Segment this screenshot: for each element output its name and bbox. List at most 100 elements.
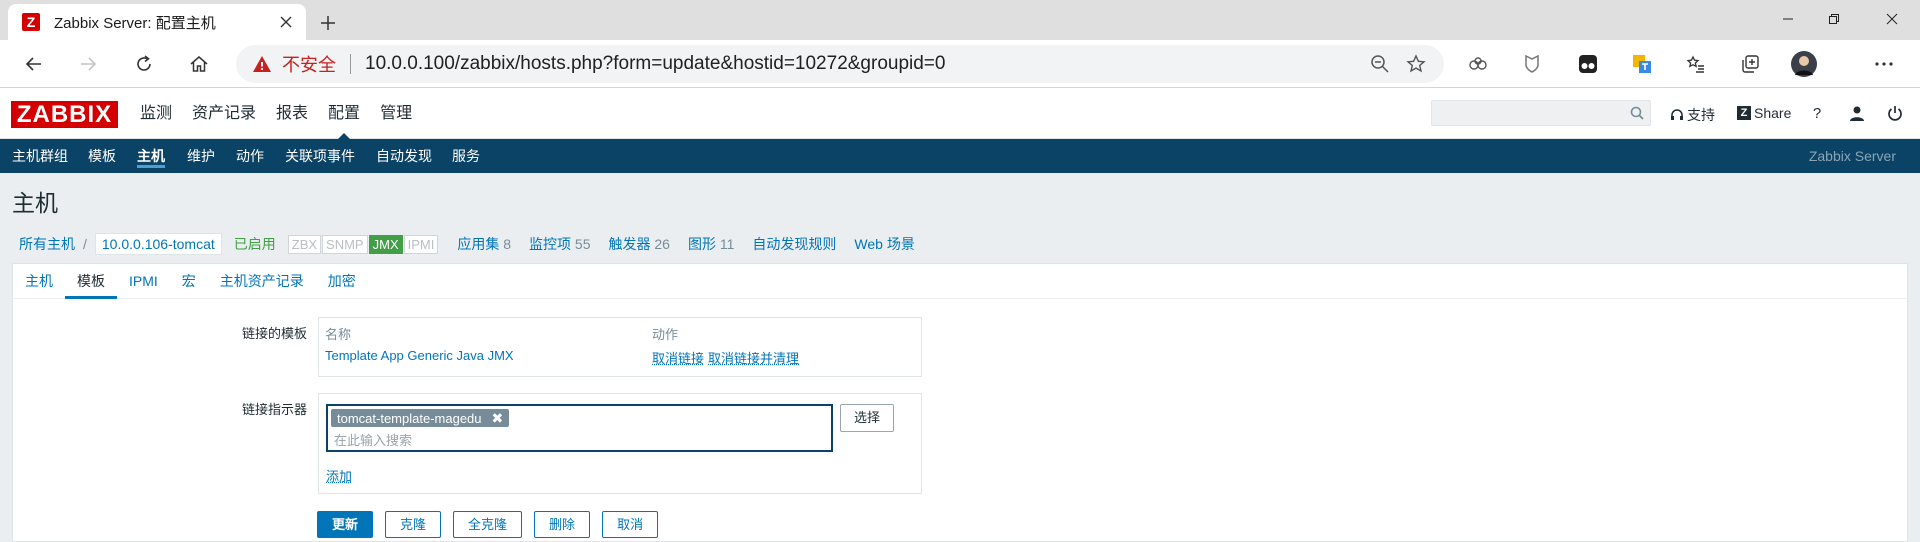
more-menu-icon[interactable] (1868, 50, 1900, 78)
refresh-icon[interactable] (128, 50, 160, 78)
zabbix-logo[interactable]: ZABBIX (11, 101, 118, 128)
col-name-header: 名称 (325, 327, 352, 342)
link-applications[interactable]: 应用集 8 (457, 234, 511, 254)
link-label: 图形 (687, 236, 716, 252)
sign-out-icon[interactable] (1884, 102, 1906, 124)
zoom-out-icon[interactable] (1362, 50, 1398, 78)
tab-encryption[interactable]: 加密 (316, 264, 368, 298)
availability-snmp: SNMP (322, 234, 368, 254)
global-search-input[interactable] (1431, 100, 1651, 126)
address-bar[interactable]: 不安全 10.0.0.100/zabbix/hosts.php?form=upd… (236, 45, 1444, 83)
home-icon[interactable] (183, 50, 215, 78)
sub-menu-services[interactable]: 服务 (452, 139, 480, 173)
linked-templates-table: 名称 动作 Template App Generic Java JMX 取消链接… (318, 317, 922, 377)
reading-list-icon[interactable] (1680, 50, 1712, 78)
col-action-header: 动作 (652, 327, 679, 342)
main-menu-reports[interactable]: 报表 (266, 88, 318, 139)
tab-inventory[interactable]: 主机资产记录 (208, 264, 316, 298)
tab-ipmi[interactable]: IPMI (117, 264, 170, 298)
sub-menu-hosts[interactable]: 主机 (137, 139, 165, 173)
linked-templates-label: 链接的模板 (241, 326, 307, 341)
window-close-icon[interactable] (1864, 0, 1920, 38)
breadcrumb-host[interactable]: 10.0.0.106-tomcat (94, 233, 222, 255)
warning-icon[interactable] (252, 55, 272, 73)
link-count: 8 (503, 236, 512, 252)
add-template-link[interactable]: 添加 (326, 466, 352, 485)
availability-zbx: ZBX (287, 234, 322, 254)
search-icon[interactable] (1630, 106, 1644, 120)
breadcrumb-all-hosts[interactable]: 所有主机 (19, 234, 75, 254)
collections-icon[interactable] (1734, 50, 1766, 78)
unlink-and-clear-link[interactable]: 取消链接并清理 (708, 348, 799, 367)
zabbix-favicon-icon: Z (22, 13, 40, 31)
main-menu-configuration[interactable]: 配置 (318, 88, 370, 140)
select-button[interactable]: 选择 (840, 404, 894, 432)
remove-chip-icon[interactable]: ✖ (492, 410, 504, 427)
link-count: 11 (719, 236, 735, 252)
tab-title: Zabbix Server: 配置主机 (54, 14, 216, 32)
profile-avatar-icon[interactable] (1788, 50, 1820, 78)
support-link[interactable]: 支持 (1670, 105, 1715, 125)
chip-label: tomcat-template-magedu (337, 410, 482, 426)
headset-icon (1671, 109, 1683, 120)
link-count: 55 (574, 236, 591, 252)
availability-badges: ZBX SNMP JMX IPMI (287, 234, 440, 254)
tab-templates[interactable]: 模板 (65, 264, 117, 299)
link-items[interactable]: 监控项 55 (529, 234, 590, 254)
zabbix-top-header: ZABBIX 监测 资产记录 报表 配置 管理 支持 Z Share ? (0, 88, 1920, 140)
user-profile-icon[interactable] (1846, 102, 1868, 124)
url-text[interactable]: 10.0.0.100/zabbix/hosts.php?form=update&… (365, 53, 1362, 75)
link-discovery-rules[interactable]: 自动发现规则 (752, 234, 836, 254)
tab-macros[interactable]: 宏 (170, 264, 208, 298)
back-icon[interactable] (18, 50, 50, 78)
main-menu-administration[interactable]: 管理 (370, 88, 422, 139)
share-link[interactable]: Z Share (1737, 105, 1791, 121)
form-tabs: 主机 模板 IPMI 宏 主机资产记录 加密 (13, 264, 1907, 299)
link-new-templates-label: 链接指示器 (241, 402, 307, 417)
update-button[interactable]: 更新 (317, 511, 374, 538)
template-name-link[interactable]: Template App Generic Java JMX (325, 348, 514, 363)
sub-menu-discovery[interactable]: 自动发现 (376, 139, 432, 173)
sub-menu-maintenance[interactable]: 维护 (187, 139, 215, 173)
sub-menu-actions[interactable]: 动作 (236, 139, 264, 173)
template-multiselect[interactable]: tomcat-template-magedu ✖ 在此输入搜索 (326, 404, 833, 452)
link-triggers[interactable]: 触发器 26 (609, 234, 670, 254)
tab-close-icon[interactable] (272, 8, 300, 36)
sub-menu: 主机群组 模板 主机 维护 动作 关联项事件 自动发现 服务 Zabbix Se… (0, 139, 1920, 173)
full-clone-button[interactable]: 全克隆 (453, 511, 523, 538)
restore-icon[interactable] (1806, 0, 1862, 38)
favorite-star-icon[interactable] (1398, 50, 1434, 78)
new-tab-icon[interactable] (314, 9, 342, 37)
tab-host[interactable]: 主机 (13, 264, 65, 298)
main-menu: 监测 资产记录 报表 配置 管理 (130, 88, 422, 140)
sub-menu-host-groups[interactable]: 主机群组 (12, 139, 68, 173)
multiselect-search-input[interactable]: 在此输入搜索 (334, 430, 412, 449)
unlink-link[interactable]: 取消链接 (652, 348, 704, 367)
link-label: 应用集 (457, 236, 500, 252)
forward-icon[interactable] (72, 50, 104, 78)
availability-ipmi: IPMI (403, 234, 439, 254)
main-menu-monitoring[interactable]: 监测 (130, 88, 182, 139)
support-label: 支持 (1687, 107, 1715, 123)
browser-tab-strip: Z Zabbix Server: 配置主机 (0, 0, 1920, 40)
extension-translate-icon[interactable] (1626, 50, 1658, 78)
browser-toolbar: 不安全 10.0.0.100/zabbix/hosts.php?form=upd… (0, 40, 1920, 88)
sub-menu-event-correlation[interactable]: 关联项事件 (285, 139, 355, 173)
help-icon[interactable]: ? (1806, 102, 1828, 124)
share-label: Share (1754, 105, 1792, 121)
cancel-button[interactable]: 取消 (602, 511, 659, 538)
extension-shield-icon[interactable] (1516, 50, 1548, 78)
main-menu-inventory[interactable]: 资产记录 (182, 88, 266, 139)
sub-menu-templates[interactable]: 模板 (88, 139, 116, 173)
clone-button[interactable]: 克隆 (385, 511, 442, 538)
extension-tampermonkey-icon[interactable] (1572, 50, 1604, 78)
delete-button[interactable]: 删除 (534, 511, 591, 538)
insecure-label[interactable]: 不安全 (282, 51, 336, 77)
address-separator (350, 54, 351, 74)
link-label: 触发器 (608, 236, 651, 252)
browser-tab[interactable]: Z Zabbix Server: 配置主机 (8, 4, 306, 40)
link-graphs[interactable]: 图形 11 (688, 234, 734, 254)
host-status[interactable]: 已启用 (234, 234, 276, 254)
link-web-scenarios[interactable]: Web 场景 (854, 234, 914, 254)
extension-cloud-icon[interactable] (1462, 50, 1494, 78)
